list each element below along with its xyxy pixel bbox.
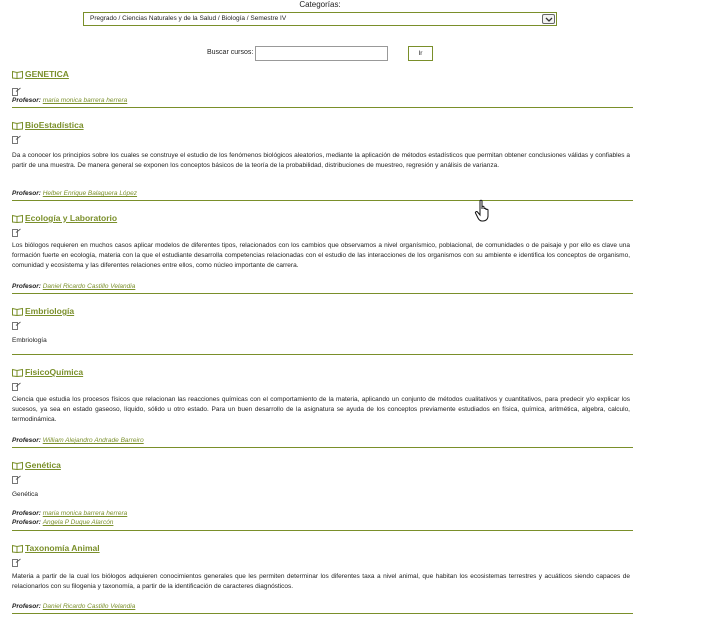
enter-course-icon[interactable] — [12, 558, 21, 567]
course-summary: Genética — [12, 491, 39, 498]
open-book-icon — [12, 461, 23, 470]
teacher-line: Profesor: Daniel Ricardo Castillo Veland… — [12, 283, 135, 290]
category-select-value: Pregrado / Ciencias Naturales y de la Sa… — [90, 15, 287, 22]
course-summary: Ciencia que estudia los procesos físicos… — [12, 396, 630, 423]
chevron-down-icon — [545, 17, 553, 22]
course-item: Genética Genética Profesor: maria monica… — [12, 459, 633, 531]
open-book-icon — [12, 544, 23, 553]
teacher-link[interactable]: Angela P Duque Alarcón — [43, 519, 114, 526]
course-link[interactable]: Genética — [25, 460, 61, 470]
teacher-link[interactable]: maria monica barrera herrera — [43, 510, 128, 517]
open-book-icon — [12, 121, 23, 130]
enter-course-icon[interactable] — [12, 87, 21, 96]
course-item: Embriología Embriología — [12, 305, 633, 355]
open-book-icon — [12, 214, 23, 223]
open-book-icon — [12, 70, 23, 79]
course-item: GENETICA Profesor: maria monica barrera … — [12, 68, 633, 108]
teacher-link[interactable]: Daniel Ricardo Castillo Velandia — [43, 603, 136, 610]
enter-course-icon[interactable] — [12, 135, 21, 144]
search-go-button[interactable]: Ir — [408, 46, 433, 61]
category-label: Categorías: — [299, 0, 341, 9]
search-input[interactable] — [255, 46, 388, 61]
teacher-label: Profesor: — [12, 510, 41, 517]
teacher-label: Profesor: — [12, 437, 41, 444]
teacher-label: Profesor: — [12, 519, 41, 526]
teacher-line: Profesor: Angela P Duque Alarcón — [12, 519, 113, 526]
hand-pointer-icon — [474, 199, 489, 222]
open-book-icon — [12, 368, 23, 377]
teacher-link[interactable]: Daniel Ricardo Castillo Velandia — [43, 283, 136, 290]
course-item: Taxonomía Animal Materia a partir de la … — [12, 542, 633, 614]
enter-course-icon[interactable] — [12, 382, 21, 391]
teacher-line: Profesor: Helber Enrique Balaguera López — [12, 190, 137, 197]
teacher-link[interactable]: William Alejandro Andrade Barreiro — [43, 437, 144, 444]
course-summary: Da a conocer los principios sobre los cu… — [12, 152, 630, 169]
teacher-link[interactable]: maria monica barrera herrera — [43, 97, 128, 104]
teacher-label: Profesor: — [12, 97, 41, 104]
teacher-line: Profesor: maria monica barrera herrera — [12, 510, 127, 517]
course-summary: Los biólogos requieren en muchos casos a… — [12, 242, 630, 269]
course-item: Ecología y Laboratorio Los biólogos requ… — [12, 212, 633, 294]
teacher-label: Profesor: — [12, 190, 41, 197]
teacher-label: Profesor: — [12, 283, 41, 290]
course-link[interactable]: Embriología — [25, 306, 74, 316]
teacher-line: Profesor: maria monica barrera herrera — [12, 97, 127, 104]
teacher-line: Profesor: Daniel Ricardo Castillo Veland… — [12, 603, 135, 610]
course-link[interactable]: Ecología y Laboratorio — [25, 213, 117, 223]
teacher-link[interactable]: Helber Enrique Balaguera López — [43, 190, 137, 197]
course-item: FisicoQuímica Ciencia que estudia los pr… — [12, 366, 633, 448]
enter-course-icon[interactable] — [12, 475, 21, 484]
dropdown-button[interactable] — [542, 14, 555, 24]
course-link[interactable]: Taxonomía Animal — [25, 543, 100, 553]
course-summary: Materia a partir de la cual los biólogos… — [12, 573, 630, 590]
search-label: Buscar cursos: — [207, 49, 254, 56]
enter-course-icon[interactable] — [12, 321, 21, 330]
course-link[interactable]: FisicoQuímica — [25, 367, 83, 377]
category-select[interactable]: Pregrado / Ciencias Naturales y de la Sa… — [83, 12, 557, 26]
course-item: BioEstadística Da a conocer los principi… — [12, 119, 633, 201]
open-book-icon — [12, 307, 23, 316]
course-summary: Embriología — [12, 337, 47, 344]
enter-course-icon[interactable] — [12, 228, 21, 237]
teacher-line: Profesor: William Alejandro Andrade Barr… — [12, 437, 144, 444]
teacher-label: Profesor: — [12, 603, 41, 610]
course-link[interactable]: BioEstadística — [25, 120, 84, 130]
course-link[interactable]: GENETICA — [25, 69, 69, 79]
